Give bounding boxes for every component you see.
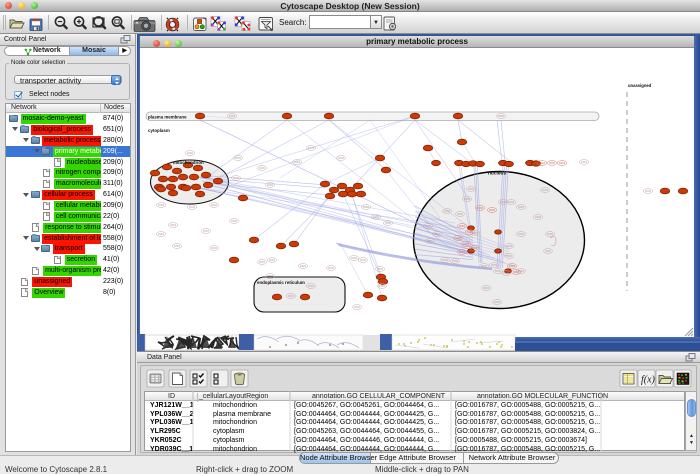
svg-text:unassigned: unassigned bbox=[628, 83, 652, 88]
svg-text:nucleus: nucleus bbox=[488, 171, 506, 177]
svg-text:cytoplasm: cytoplasm bbox=[148, 128, 170, 133]
svg-text:endoplasmic reticulum: endoplasmic reticulum bbox=[257, 280, 305, 285]
svg-text:plasma membrane: plasma membrane bbox=[148, 114, 187, 119]
svg-text:f(x): f(x) bbox=[641, 375, 656, 386]
svg-text:mitochondrion: mitochondrion bbox=[173, 160, 204, 165]
